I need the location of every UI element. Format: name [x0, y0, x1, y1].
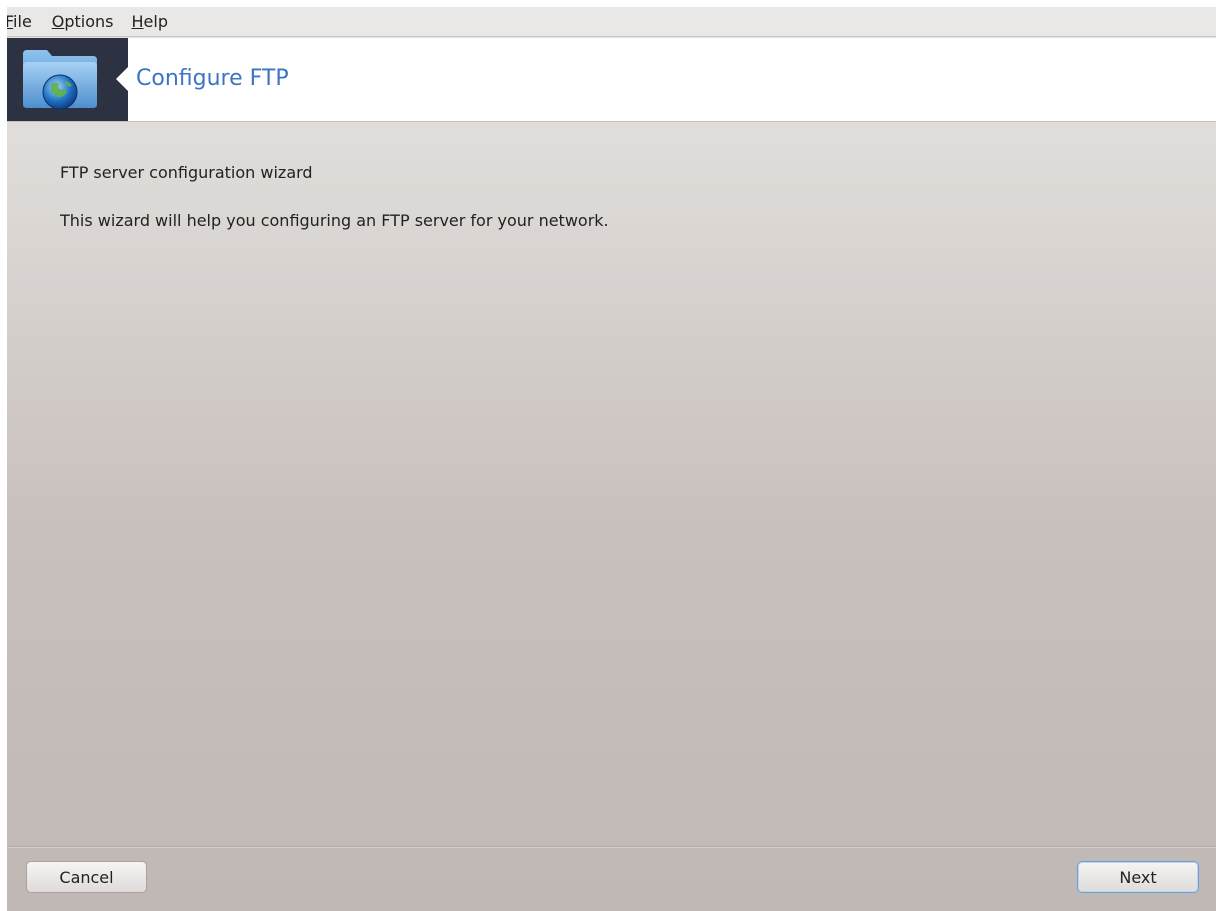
header-icon-panel — [7, 38, 128, 121]
menu-help-label: elp — [143, 12, 168, 31]
next-button[interactable]: Next — [1077, 861, 1199, 893]
wizard-heading: FTP server configuration wizard — [60, 163, 313, 182]
footer-divider — [7, 846, 1216, 847]
page-title: Configure FTP — [136, 66, 289, 91]
header-notch — [116, 67, 128, 91]
cancel-button[interactable]: Cancel — [26, 861, 147, 893]
wizard-window: File Options Help Configure FTP FTP serv… — [7, 7, 1216, 911]
menu-file-label: ile — [13, 12, 32, 31]
menu-help[interactable]: Help — [132, 12, 178, 31]
menu-options-label: ptions — [64, 12, 114, 31]
menu-bar: File Options Help — [7, 7, 1216, 37]
menu-help-accelerator: H — [131, 12, 144, 31]
wizard-header: Configure FTP — [7, 38, 1216, 122]
menu-file[interactable]: File — [7, 12, 42, 31]
folder-globe-icon — [23, 50, 97, 110]
menu-options-accelerator: O — [51, 12, 65, 31]
wizard-description: This wizard will help you configuring an… — [60, 211, 609, 230]
menu-options[interactable]: Options — [52, 12, 124, 31]
